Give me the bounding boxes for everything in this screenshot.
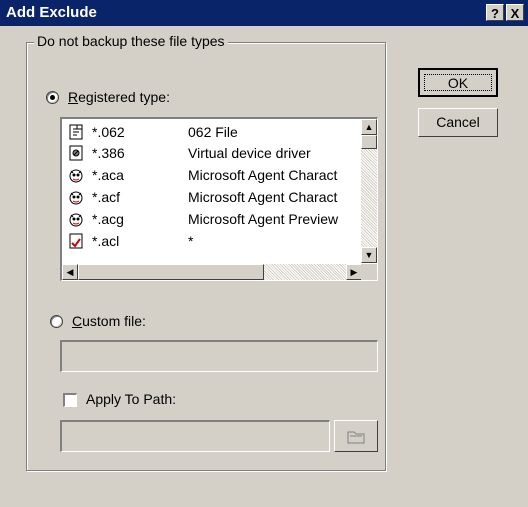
file-ext: *.aca <box>92 167 124 183</box>
scroll-down-arrow-icon[interactable]: ▼ <box>361 247 377 263</box>
scroll-left-arrow-icon[interactable]: ◀ <box>62 264 78 280</box>
custom-file-label[interactable]: Custom file: <box>72 313 146 329</box>
agent-character-icon <box>69 191 83 205</box>
vertical-scroll-thumb[interactable] <box>361 135 377 149</box>
custom-file-text: ustom file: <box>82 313 146 329</box>
ok-button[interactable]: OK <box>418 68 498 97</box>
help-button[interactable]: ? <box>486 4 504 21</box>
close-button[interactable]: X <box>506 4 524 21</box>
focus-rect <box>424 74 492 91</box>
browse-folder-button[interactable] <box>334 420 378 452</box>
file-desc: Microsoft Agent Charact <box>188 167 338 183</box>
list-item[interactable]: *.acl * <box>62 231 362 251</box>
apply-to-path-label[interactable]: Apply To Path: <box>86 391 176 407</box>
scroll-right-arrow-icon[interactable]: ▶ <box>346 264 362 280</box>
horizontal-scrollbar[interactable]: ◀ ▶ <box>62 264 362 280</box>
registered-type-text: egistered type: <box>78 89 170 105</box>
add-exclude-dialog: Add Exclude ? X Do not backup these file… <box>0 0 528 507</box>
file-ext: *.acf <box>92 189 121 205</box>
scrollbar-corner <box>361 264 377 280</box>
group-legend: Do not backup these file types <box>34 33 228 49</box>
title-bar[interactable]: Add Exclude ? X <box>0 0 528 26</box>
vertical-scrollbar[interactable]: ▲ ▼ <box>361 119 377 263</box>
custom-file-input[interactable] <box>60 340 378 372</box>
file-ext: *.062 <box>92 124 125 140</box>
file-type-list[interactable]: *.062 062 File *.386 Virtual device driv… <box>60 117 378 281</box>
cancel-button[interactable]: Cancel <box>418 108 498 137</box>
file-desc: 062 File <box>188 124 238 140</box>
path-input[interactable] <box>60 420 330 452</box>
file-ext: *.386 <box>92 145 125 161</box>
custom-file-accel: C <box>72 313 83 329</box>
document-icon <box>69 124 83 140</box>
agent-character-icon <box>69 169 83 183</box>
file-ext: *.acg <box>92 211 124 227</box>
file-desc: * <box>188 233 194 249</box>
file-desc: Microsoft Agent Charact <box>188 189 338 205</box>
list-item[interactable]: *.386 Virtual device driver <box>62 143 362 163</box>
agent-character-icon <box>69 213 83 227</box>
radio-selected-dot <box>50 95 55 100</box>
file-desc: Microsoft Agent Preview <box>188 211 339 227</box>
scroll-up-arrow-icon[interactable]: ▲ <box>361 119 377 135</box>
file-ext: *.acl <box>92 233 120 249</box>
list-item[interactable]: *.062 062 File <box>62 122 362 142</box>
list-item[interactable]: *.acf Microsoft Agent Charact <box>62 187 362 207</box>
autocorrect-icon <box>69 233 83 249</box>
driver-icon <box>69 145 83 161</box>
custom-file-radio[interactable] <box>50 315 63 328</box>
file-desc: Virtual device driver <box>188 145 311 161</box>
horizontal-scroll-thumb[interactable] <box>78 264 264 280</box>
list-item[interactable]: *.acg Microsoft Agent Preview <box>62 209 362 229</box>
registered-type-accel: R <box>68 89 79 105</box>
folder-icon <box>347 431 365 444</box>
dialog-title: Add Exclude <box>6 4 97 21</box>
apply-to-path-checkbox[interactable] <box>63 393 77 407</box>
list-item[interactable]: *.aca Microsoft Agent Charact <box>62 165 362 185</box>
registered-type-radio[interactable] <box>46 91 59 104</box>
registered-type-label[interactable]: Registered type: <box>68 89 170 105</box>
